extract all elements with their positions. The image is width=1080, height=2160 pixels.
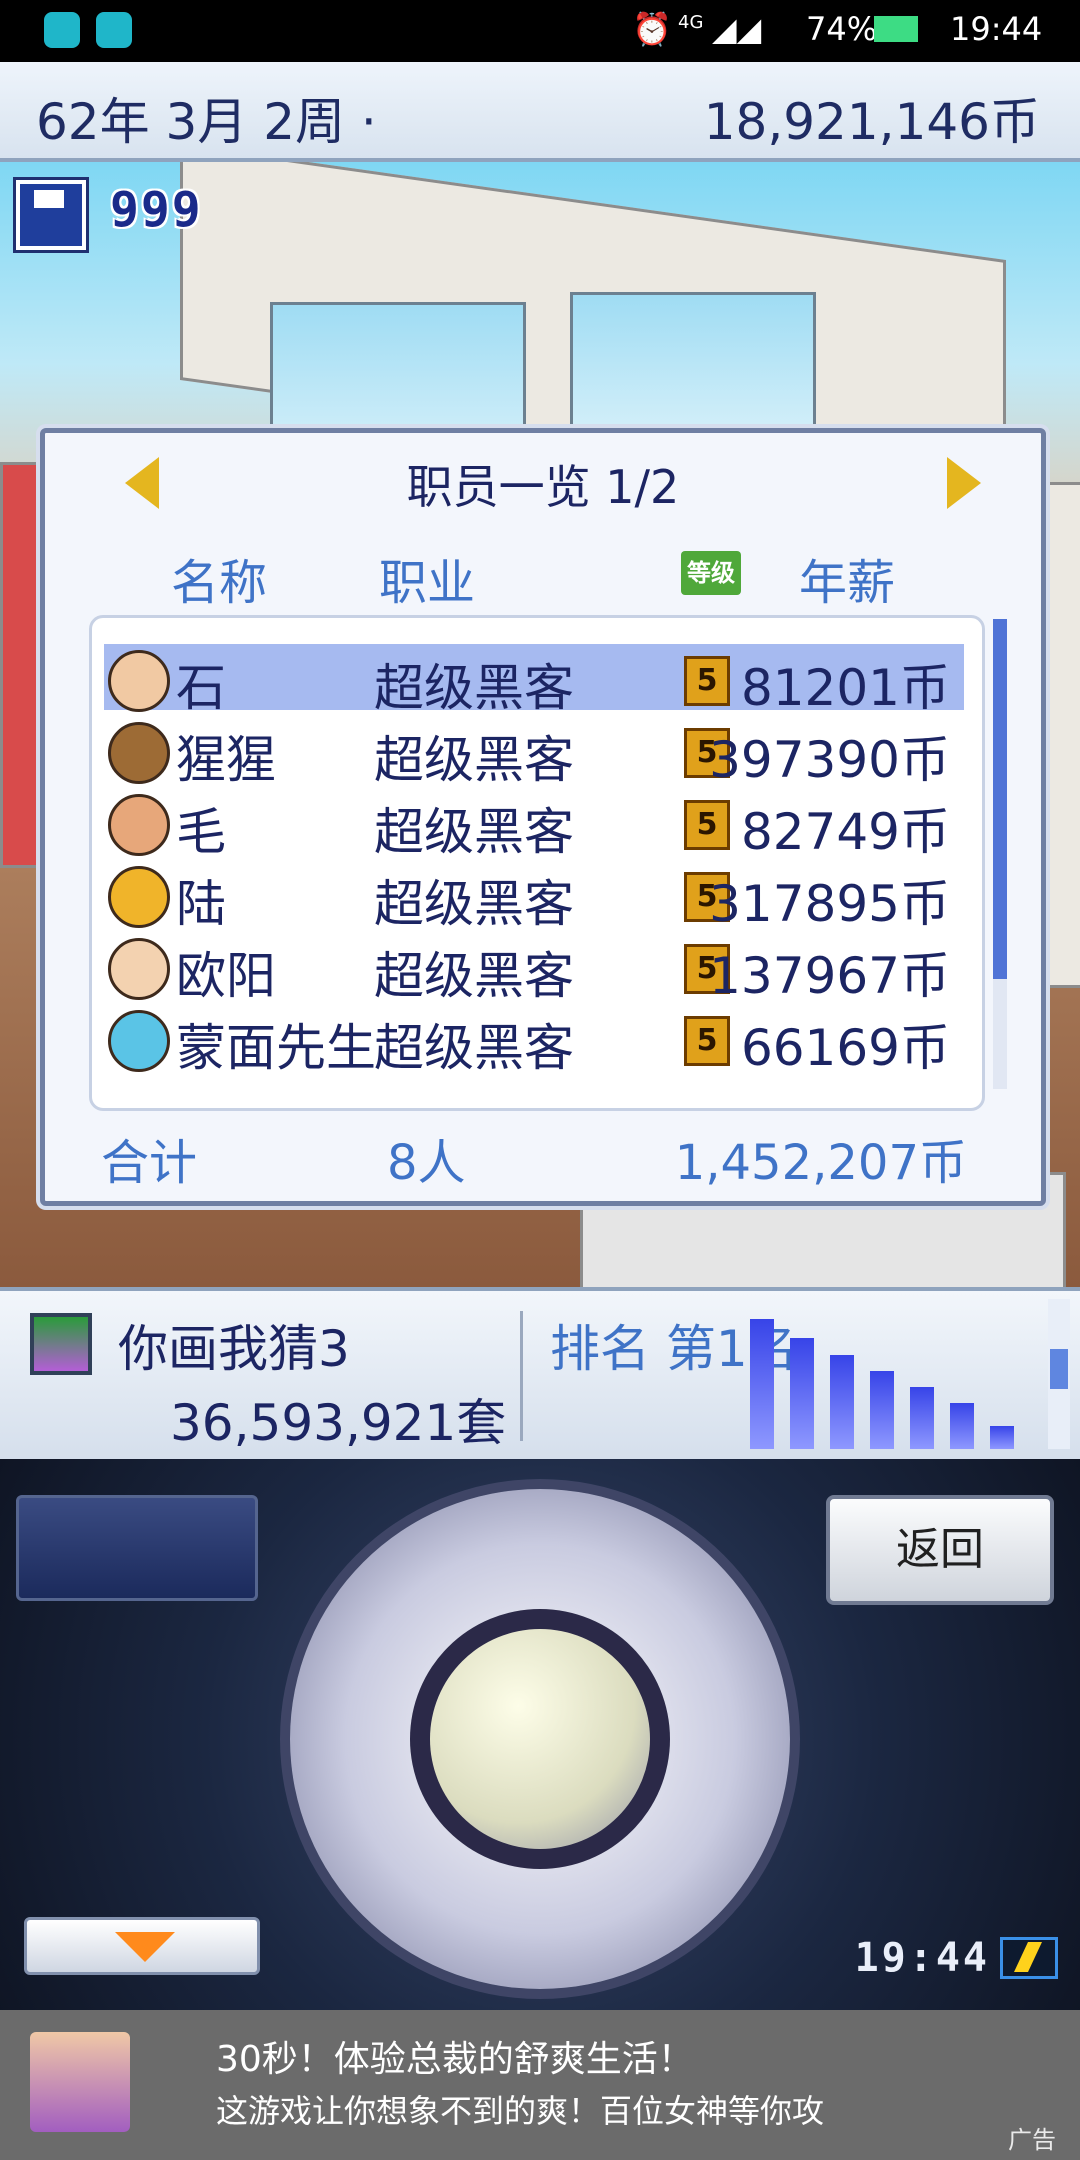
ad-label: 广告 bbox=[1008, 2126, 1056, 2154]
save-disk-icon[interactable] bbox=[16, 180, 86, 250]
status-time: 19:44 bbox=[950, 10, 1043, 48]
battery-icon bbox=[1000, 1937, 1058, 1979]
control-pad-area: 返回 19:44 bbox=[0, 1459, 1080, 2010]
staff-avatar bbox=[108, 794, 170, 856]
network-type: 4G bbox=[678, 12, 704, 33]
ad-image[interactable] bbox=[30, 2032, 130, 2132]
ad-banner[interactable]: 30秒！体验总裁的舒爽生活！ 这游戏让你想象不到的爽！百位女神等你攻 广告 bbox=[0, 2010, 1080, 2160]
qq-notification-icon bbox=[44, 12, 80, 48]
staff-name: 毛 bbox=[176, 803, 226, 861]
battery-icon bbox=[874, 16, 918, 42]
trend-bar bbox=[790, 1338, 814, 1449]
staff-avatar bbox=[108, 1010, 170, 1072]
staff-count: 8人 bbox=[387, 1135, 466, 1191]
game-date: 62年 3月 2周 · bbox=[36, 93, 377, 151]
save-count: 999 bbox=[110, 182, 203, 238]
game-info-bar: 62年 3月 2周 · 18,921,146币 bbox=[0, 62, 1080, 162]
staff-job: 超级黑客 bbox=[374, 1019, 574, 1077]
column-header-job: 职业 bbox=[379, 555, 476, 611]
staff-avatar bbox=[108, 866, 170, 928]
total-label: 合计 bbox=[101, 1135, 198, 1191]
staff-row[interactable]: 欧阳 超级黑客 5 137967币 bbox=[104, 932, 964, 1005]
column-header-name: 名称 bbox=[171, 555, 268, 611]
battery-percent: 74% bbox=[806, 10, 878, 48]
ad-subtitle[interactable]: 这游戏让你想象不到的爽！百位女神等你攻 bbox=[216, 2086, 824, 2132]
staff-row[interactable]: 陆 超级黑客 5 317895币 bbox=[104, 860, 964, 933]
down-arrow-icon bbox=[115, 1932, 175, 1962]
product-sales: 36,593,921套 bbox=[170, 1394, 507, 1452]
staff-salary: 137967币 bbox=[709, 947, 950, 1005]
back-button[interactable]: 返回 bbox=[826, 1495, 1054, 1605]
staff-salary: 82749币 bbox=[740, 803, 950, 861]
trend-bar bbox=[870, 1371, 894, 1449]
column-header-salary: 年薪 bbox=[799, 555, 896, 611]
staff-job: 超级黑客 bbox=[374, 947, 574, 1005]
staff-level: 5 bbox=[684, 656, 730, 706]
staff-list-scrollbar[interactable] bbox=[993, 619, 1007, 1089]
trend-bar bbox=[990, 1426, 1014, 1449]
staff-row[interactable]: 蒙面先生 超级黑客 5 66169币 bbox=[104, 1004, 964, 1077]
dpad-center-button[interactable] bbox=[430, 1629, 650, 1849]
product-scrollbar[interactable] bbox=[1048, 1299, 1070, 1449]
staff-row[interactable]: 石 超级黑客 5 81201币 bbox=[104, 644, 964, 717]
staff-name: 石 bbox=[176, 659, 226, 717]
game-product-icon bbox=[30, 1313, 92, 1375]
scroll-down-button[interactable] bbox=[24, 1917, 260, 1975]
staff-name: 陆 bbox=[176, 875, 226, 933]
staff-level: 5 bbox=[684, 1016, 730, 1066]
staff-list: 石 超级黑客 5 81201币 猩猩 超级黑客 5 397390币 毛 超级黑客… bbox=[89, 615, 985, 1111]
staff-job: 超级黑客 bbox=[374, 875, 574, 933]
status-bar: ⏰ 4G ◢◢ 74% 19:44 bbox=[0, 0, 1080, 62]
staff-list-panel: 职员一览 1/2 名称 职业 等级 年薪 石 超级黑客 5 81201币 猩猩 … bbox=[40, 428, 1046, 1206]
panel-title: 职员一览 1/2 bbox=[406, 460, 680, 514]
staff-name: 欧阳 bbox=[176, 947, 276, 1005]
product-info-bar[interactable]: 你画我猜3 36,593,921套 排名 第1名 bbox=[0, 1287, 1080, 1463]
staff-row[interactable]: 毛 超级黑客 5 82749币 bbox=[104, 788, 964, 861]
building-window bbox=[570, 292, 816, 448]
trend-bar bbox=[950, 1403, 974, 1449]
alarm-icon: ⏰ bbox=[632, 10, 672, 48]
staff-name: 猩猩 bbox=[176, 731, 276, 789]
trend-bar bbox=[910, 1387, 934, 1449]
column-header-level: 等级 bbox=[681, 551, 741, 595]
staff-salary: 81201币 bbox=[740, 659, 950, 717]
trend-bar bbox=[750, 1319, 774, 1449]
scrollbar-thumb[interactable] bbox=[993, 619, 1007, 979]
directional-pad[interactable] bbox=[290, 1489, 790, 1989]
staff-avatar bbox=[108, 650, 170, 712]
divider bbox=[520, 1311, 523, 1441]
app-notification-icon bbox=[96, 12, 132, 48]
ad-title[interactable]: 30秒！体验总裁的舒爽生活！ bbox=[216, 2030, 694, 2082]
staff-salary: 397390币 bbox=[709, 731, 950, 789]
staff-avatar bbox=[108, 722, 170, 784]
staff-avatar bbox=[108, 938, 170, 1000]
staff-job: 超级黑客 bbox=[374, 731, 574, 789]
staff-level: 5 bbox=[684, 800, 730, 850]
next-page-arrow-icon[interactable] bbox=[947, 457, 981, 509]
product-name: 你画我猜3 bbox=[118, 1320, 350, 1378]
staff-job: 超级黑客 bbox=[374, 803, 574, 861]
total-money: 18,921,146币 bbox=[703, 93, 1040, 151]
staff-row[interactable]: 猩猩 超级黑客 5 397390币 bbox=[104, 716, 964, 789]
scrollbar-thumb[interactable] bbox=[1050, 1349, 1068, 1389]
staff-salary: 317895币 bbox=[709, 875, 950, 933]
signal-icon: ◢◢ bbox=[712, 10, 762, 48]
total-salary: 1,452,207币 bbox=[674, 1135, 967, 1191]
staff-salary: 66169币 bbox=[740, 1019, 950, 1077]
trend-bar bbox=[830, 1355, 854, 1449]
menu-button[interactable] bbox=[16, 1495, 258, 1601]
staff-job: 超级黑客 bbox=[374, 659, 574, 717]
game-clock: 19:44 bbox=[854, 1935, 990, 1981]
staff-name: 蒙面先生 bbox=[176, 1019, 376, 1077]
